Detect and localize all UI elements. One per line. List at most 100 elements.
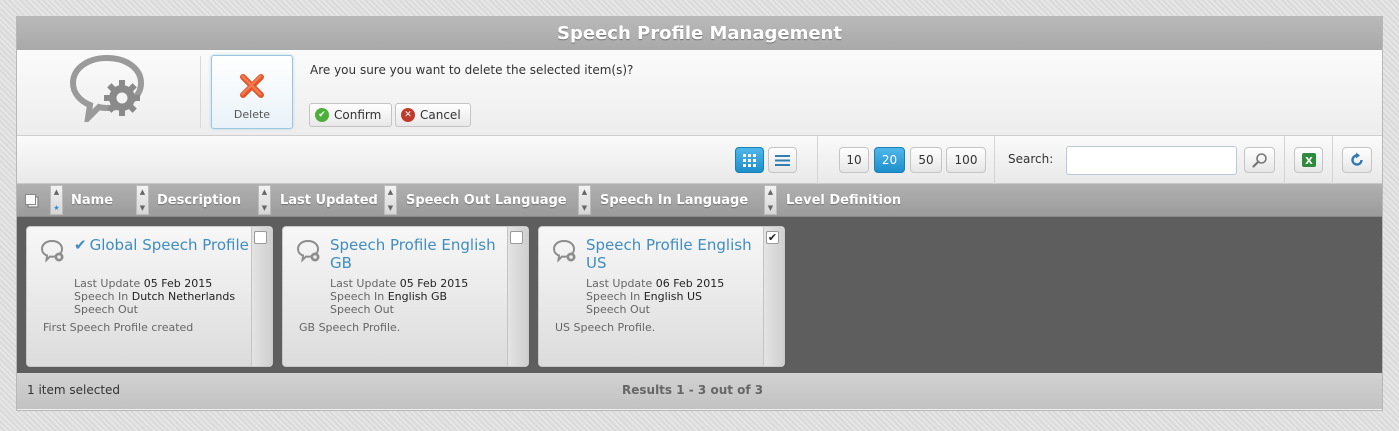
selection-count: 1 item selected bbox=[27, 383, 121, 397]
card-checkbox-checked[interactable]: ✔ bbox=[766, 231, 779, 244]
sort-name-handle[interactable]: ▲ ★ bbox=[50, 185, 63, 215]
profile-title-text: Global Speech Profile bbox=[89, 236, 249, 254]
sort-down-icon: ▼ bbox=[261, 204, 268, 212]
card-checkbox[interactable] bbox=[254, 231, 267, 244]
column-header-description[interactable]: Description bbox=[157, 193, 241, 208]
last-update-value: 06 Feb 2015 bbox=[655, 277, 725, 290]
last-update-label: Last Update bbox=[586, 277, 653, 290]
toolbar-divider bbox=[817, 136, 818, 184]
last-update-label: Last Update bbox=[74, 277, 141, 290]
column-header-speech-in[interactable]: Speech In Language bbox=[600, 193, 748, 208]
sort-up-icon: ▲ bbox=[581, 188, 588, 196]
sort-down-icon: ▼ bbox=[387, 204, 394, 212]
speech-in-label: Speech In bbox=[330, 290, 385, 303]
profile-description: US Speech Profile. bbox=[555, 321, 656, 334]
sort-up-icon: ▲ bbox=[139, 188, 146, 196]
toolbar-divider bbox=[1332, 136, 1333, 184]
sort-active-icon: ★ bbox=[53, 204, 60, 212]
card-checkbox[interactable] bbox=[510, 231, 523, 244]
profile-title[interactable]: Speech Profile English GB bbox=[330, 236, 505, 272]
default-checkmark-icon: ✔ bbox=[74, 236, 87, 254]
page-size-100-button[interactable]: 100 bbox=[946, 147, 986, 173]
window-title: Speech Profile Management bbox=[17, 17, 1382, 50]
sort-down-icon: ▼ bbox=[767, 204, 774, 212]
delete-label: Delete bbox=[233, 108, 271, 121]
page-size-10-button[interactable]: 10 bbox=[839, 147, 869, 173]
speech-out-label: Speech Out bbox=[74, 303, 138, 316]
confirm-button[interactable]: ✔ Confirm bbox=[309, 103, 392, 127]
last-update-value: 05 Feb 2015 bbox=[143, 277, 213, 290]
results-summary: Results 1 - 3 out of 3 bbox=[622, 383, 764, 397]
sort-last-updated-handle[interactable]: ▲ ▼ bbox=[258, 185, 271, 215]
sort-up-icon: ▲ bbox=[767, 188, 774, 196]
last-update-value: 05 Feb 2015 bbox=[399, 277, 469, 290]
check-circle-icon: ✔ bbox=[315, 108, 329, 122]
toolbar-divider bbox=[1284, 136, 1285, 184]
export-excel-button[interactable]: X bbox=[1294, 147, 1323, 173]
profile-title[interactable]: Speech Profile English US bbox=[586, 236, 761, 272]
speech-in-value: English US bbox=[643, 290, 702, 303]
delete-x-icon bbox=[240, 74, 264, 98]
sort-down-icon: ▼ bbox=[139, 204, 146, 212]
card-select-rail bbox=[251, 227, 272, 366]
search-label: Search: bbox=[1008, 152, 1054, 166]
grid-toolbar: 10 20 50 100 Search: X bbox=[17, 136, 1382, 184]
confirm-label: Confirm bbox=[334, 108, 382, 122]
profile-description: GB Speech Profile. bbox=[299, 321, 401, 334]
sort-description-handle[interactable]: ▲ ▼ bbox=[136, 185, 149, 215]
header-divider bbox=[200, 56, 201, 128]
sort-up-icon: ▲ bbox=[261, 188, 268, 196]
cancel-button[interactable]: ✕ Cancel bbox=[395, 103, 471, 127]
status-footer: 1 item selected Results 1 - 3 out of 3 bbox=[17, 373, 1382, 409]
search-button[interactable] bbox=[1244, 147, 1275, 173]
speech-out-label: Speech Out bbox=[330, 303, 394, 316]
column-header-name[interactable]: Name bbox=[71, 193, 113, 208]
last-update-label: Last Update bbox=[330, 277, 397, 290]
cancel-x-circle-icon: ✕ bbox=[401, 108, 415, 122]
page-size-50-button[interactable]: 50 bbox=[910, 147, 942, 173]
profile-card[interactable]: ✔ Global Speech Profile Last Update 05 Fe… bbox=[26, 226, 273, 367]
profile-meta: Last Update 06 Feb 2015 Speech In Englis… bbox=[586, 277, 724, 316]
sort-up-icon: ▲ bbox=[387, 188, 394, 196]
profile-meta: Last Update 05 Feb 2015 Speech In Dutch … bbox=[74, 277, 235, 316]
column-header-last-updated[interactable]: Last Updated bbox=[280, 193, 378, 208]
speech-profile-logo-icon bbox=[69, 54, 145, 122]
refresh-button[interactable] bbox=[1342, 147, 1372, 173]
speech-in-value: English GB bbox=[387, 290, 448, 303]
column-header-speech-out[interactable]: Speech Out Language bbox=[406, 193, 567, 208]
sort-speech-in-handle[interactable]: ▲ ▼ bbox=[578, 185, 591, 215]
sort-speech-out-handle[interactable]: ▲ ▼ bbox=[384, 185, 397, 215]
page-size-20-button[interactable]: 20 bbox=[874, 147, 905, 173]
confirm-message: Are you sure you want to delete the sele… bbox=[310, 63, 634, 77]
profile-card[interactable]: Speech Profile English US Last Update 06… bbox=[538, 226, 785, 367]
profile-title[interactable]: ✔ Global Speech Profile bbox=[74, 236, 249, 254]
speech-in-label: Speech In bbox=[586, 290, 641, 303]
refresh-icon bbox=[1351, 152, 1363, 166]
sort-up-icon: ▲ bbox=[53, 188, 60, 196]
speech-out-label: Speech Out bbox=[586, 303, 650, 316]
profile-description: First Speech Profile created bbox=[43, 321, 194, 334]
speech-in-value: Dutch Netherlands bbox=[131, 290, 236, 303]
cancel-label: Cancel bbox=[420, 108, 461, 122]
profile-card[interactable]: Speech Profile English GB Last Update 05… bbox=[282, 226, 529, 367]
speech-profile-icon bbox=[296, 239, 320, 263]
profile-meta: Last Update 05 Feb 2015 Speech In Englis… bbox=[330, 277, 468, 316]
magnifier-icon bbox=[1251, 153, 1267, 168]
speech-profile-icon bbox=[552, 239, 576, 263]
select-all-icon[interactable] bbox=[25, 194, 39, 208]
speech-in-label: Speech In bbox=[74, 290, 129, 303]
excel-icon: X bbox=[1301, 153, 1316, 167]
card-select-rail bbox=[763, 227, 784, 366]
card-select-rail bbox=[507, 227, 528, 366]
column-header-level-definition[interactable]: Level Definition bbox=[786, 193, 901, 208]
list-view-icon bbox=[775, 154, 790, 166]
sort-level-definition-handle[interactable]: ▲ ▼ bbox=[764, 185, 777, 215]
action-header: Delete Are you sure you want to delete t… bbox=[17, 50, 1382, 136]
speech-profile-icon bbox=[40, 239, 64, 263]
delete-button[interactable]: Delete bbox=[211, 55, 293, 129]
grid-view-button[interactable] bbox=[735, 147, 764, 173]
search-input[interactable] bbox=[1066, 146, 1237, 175]
grid-view-icon bbox=[743, 153, 756, 167]
list-view-button[interactable] bbox=[768, 147, 797, 173]
speech-profile-window: Speech Profile Management Delete Are you… bbox=[16, 16, 1383, 411]
